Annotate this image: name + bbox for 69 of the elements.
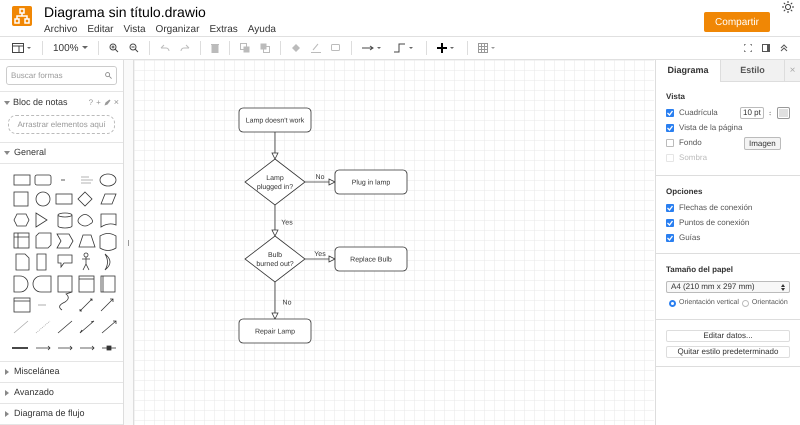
dropdown-arrows-icon (781, 284, 785, 290)
decision-diamond[interactable] (244, 236, 306, 282)
dropdown-value: A4 (210 mm x 297 mm) (671, 281, 755, 293)
menu-item[interactable]: Vista (123, 22, 146, 37)
checkbox-label: Fondo (679, 137, 703, 149)
format-panel-icon[interactable] (762, 44, 770, 52)
color-swatch[interactable] (777, 107, 790, 119)
app-logo-icon (12, 6, 32, 26)
panel-button[interactable]: Editar datos... (666, 330, 790, 342)
checkbox[interactable] (666, 139, 674, 147)
table-icon[interactable] (478, 43, 498, 53)
fullscreen-icon[interactable] (744, 44, 752, 52)
process-box[interactable] (238, 108, 312, 132)
zoom-out-icon[interactable] (128, 43, 139, 53)
collapsed-triangle-icon[interactable] (4, 369, 10, 375)
radio-button[interactable] (742, 300, 749, 307)
menu-item[interactable]: Archivo (44, 22, 78, 37)
section-title: Vista (666, 91, 686, 103)
waypoint-icon[interactable] (394, 43, 416, 53)
search-field[interactable]: Buscar formas (6, 66, 117, 85)
decision-diamond[interactable] (244, 158, 306, 206)
search-icon[interactable] (105, 72, 112, 79)
plus-icon[interactable] (436, 43, 457, 53)
expanded-triangle-icon[interactable] (4, 100, 10, 106)
image-button[interactable]: Imagen (744, 136, 781, 150)
section-title: Tamaño del papel (666, 264, 734, 276)
connector-arrow[interactable] (272, 204, 278, 236)
paper-size-dropdown[interactable]: A4 (210 mm x 297 mm) (666, 281, 790, 293)
section-title[interactable]: Bloc de notas (13, 96, 86, 110)
section-title: Opciones (666, 186, 704, 198)
panel-layout-icon[interactable] (12, 43, 32, 53)
sun-icon[interactable] (782, 1, 794, 13)
connection-arrow-icon[interactable] (362, 44, 384, 52)
zoom-in-icon[interactable] (108, 43, 119, 53)
panel-tab[interactable]: Estilo (720, 60, 784, 82)
zoom-dropdown[interactable]: 100% (53, 40, 79, 56)
connector-arrow[interactable] (304, 178, 336, 186)
line-color-icon[interactable] (310, 43, 321, 53)
pencil-icon[interactable] (104, 99, 111, 106)
checkbox-label: Sombra (679, 152, 708, 164)
connector-arrow[interactable] (272, 132, 278, 160)
menu-item[interactable]: Organizar (156, 22, 200, 37)
expanded-triangle-icon[interactable] (4, 150, 10, 156)
section-title[interactable]: Diagrama de flujo (14, 407, 85, 421)
process-box[interactable] (238, 318, 312, 344)
section-title[interactable]: General (14, 146, 46, 160)
collapsed-triangle-icon[interactable] (4, 411, 10, 417)
collapse-icon[interactable] (780, 44, 788, 52)
checkbox-label: Vista de la página (679, 122, 742, 134)
panel-button[interactable]: Quitar estilo predeterminado (666, 346, 790, 358)
radio-button[interactable] (669, 300, 676, 307)
number-field[interactable]: 10 pt (740, 107, 764, 119)
menu-item[interactable]: Ayuda (248, 22, 276, 37)
checkbox-label: Flechas de conexión (679, 202, 752, 214)
process-box[interactable] (334, 170, 408, 194)
checkbox-label: Puntos de conexión (679, 217, 750, 229)
section-title[interactable]: Miscelánea (14, 365, 60, 379)
process-box[interactable] (334, 246, 408, 272)
document-title[interactable]: Diagrama sin título.drawio (44, 3, 276, 21)
splitter-handle[interactable] (128, 240, 129, 246)
checkbox-label: Guías (679, 232, 700, 244)
section-title[interactable]: Avanzado (14, 386, 54, 400)
menu-item[interactable]: Extras (209, 22, 238, 37)
checkbox-label: Cuadrícula (679, 107, 719, 119)
collapsed-triangle-icon[interactable] (4, 390, 10, 396)
connector-arrow[interactable] (272, 282, 278, 320)
caret-icon[interactable] (82, 46, 88, 50)
menu-item[interactable]: Editar (87, 22, 114, 37)
connector-arrow[interactable] (304, 256, 336, 262)
